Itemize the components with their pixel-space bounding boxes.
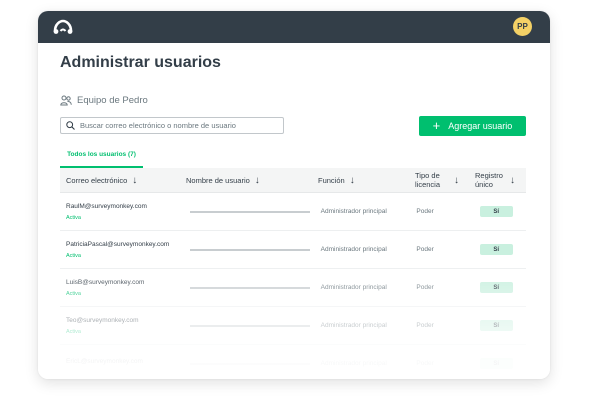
- username-placeholder: [190, 210, 311, 213]
- user-license: Poder: [416, 322, 434, 329]
- table-row[interactable]: RaulM@surveymonkey.com Activa Administrad…: [60, 193, 526, 231]
- add-user-button[interactable]: + Agregar usuario: [419, 116, 526, 136]
- team-name: Equipo de Pedro: [77, 95, 148, 106]
- column-header-email[interactable]: Correo electrónico ↓: [60, 175, 186, 186]
- users-table: Correo electrónico ↓ Nombre de usuario ↓…: [60, 168, 526, 379]
- user-role: Administrador principal: [320, 208, 387, 215]
- tab-all-users[interactable]: Todos los usuarios (7): [60, 151, 143, 168]
- sort-arrow-icon: ↓: [510, 174, 515, 186]
- search-icon: [66, 121, 75, 130]
- sort-arrow-icon: ↓: [132, 174, 138, 186]
- sort-arrow-icon: ↓: [454, 174, 459, 186]
- sso-badge: Sí: [479, 244, 513, 255]
- user-license: Poder: [416, 284, 434, 291]
- username-placeholder: [190, 248, 311, 251]
- user-license: Poder: [416, 246, 434, 253]
- team-label: Equipo de Pedro: [60, 95, 148, 106]
- sso-badge: Sí: [479, 358, 513, 369]
- column-label: Función: [318, 175, 345, 185]
- tab-label: Todos los usuarios (7): [67, 151, 136, 158]
- user-role: Administrador principal: [320, 246, 387, 253]
- user-email[interactable]: RaulM@surveymonkey.com: [66, 203, 190, 210]
- search-input[interactable]: [80, 121, 280, 130]
- table-row[interactable]: Teo@surveymonkey.com Activa Administrador…: [60, 307, 526, 345]
- sort-arrow-icon: ↓: [349, 174, 355, 186]
- column-label: Registro único: [475, 171, 503, 189]
- sort-arrow-icon: ↓: [254, 174, 260, 186]
- status-badge: Activa: [66, 252, 81, 259]
- table-row[interactable]: PatriciaPascal@surveymonkey.com Activa Ad…: [60, 231, 526, 269]
- status-badge: Activa: [66, 290, 81, 297]
- column-header-license[interactable]: Tipo de licencia ↓: [415, 171, 475, 189]
- user-role: Administrador principal: [320, 360, 387, 367]
- user-email[interactable]: LuisB@surveymonkey.com: [66, 279, 190, 286]
- user-license: Poder: [416, 208, 434, 215]
- column-label: Nombre de usuario: [186, 175, 250, 185]
- username-placeholder: [190, 362, 311, 365]
- table-header: Correo electrónico ↓ Nombre de usuario ↓…: [60, 168, 526, 193]
- status-badge: Activa: [66, 214, 81, 221]
- surveymonkey-logo-icon[interactable]: [53, 18, 73, 36]
- column-header-username[interactable]: Nombre de usuario ↓: [186, 175, 318, 186]
- username-placeholder: [190, 286, 311, 289]
- user-email[interactable]: Teo@surveymonkey.com: [66, 317, 190, 324]
- column-header-role[interactable]: Función ↓: [318, 175, 415, 186]
- table-row[interactable]: EricL@surveymonkey.com Administrador pri…: [60, 345, 526, 379]
- sso-badge: Sí: [479, 206, 513, 217]
- search-box[interactable]: [60, 117, 284, 134]
- sso-badge: Sí: [479, 282, 513, 293]
- column-label: Tipo de licencia: [415, 171, 441, 189]
- add-user-label: Agregar usuario: [448, 121, 513, 131]
- user-license: Poder: [416, 360, 434, 367]
- table-row[interactable]: LuisB@surveymonkey.com Activa Administrad…: [60, 269, 526, 307]
- status-badge: Activa: [66, 328, 81, 335]
- sso-badge: Sí: [479, 320, 513, 331]
- username-placeholder: [190, 324, 311, 327]
- user-role: Administrador principal: [320, 322, 387, 329]
- user-email[interactable]: EricL@surveymonkey.com: [66, 358, 190, 365]
- user-role: Administrador principal: [320, 284, 387, 291]
- page-title: Administrar usuarios: [60, 54, 221, 71]
- avatar[interactable]: PP: [513, 17, 532, 36]
- admin-users-card: PP Administrar usuarios Equipo de Pedro …: [38, 11, 550, 379]
- top-bar: PP: [38, 11, 550, 43]
- user-email[interactable]: PatriciaPascal@surveymonkey.com: [66, 241, 190, 248]
- team-icon: [60, 95, 72, 106]
- plus-icon: +: [432, 118, 441, 133]
- column-header-sso[interactable]: Registro único ↓: [475, 171, 526, 189]
- column-label: Correo electrónico: [66, 175, 128, 185]
